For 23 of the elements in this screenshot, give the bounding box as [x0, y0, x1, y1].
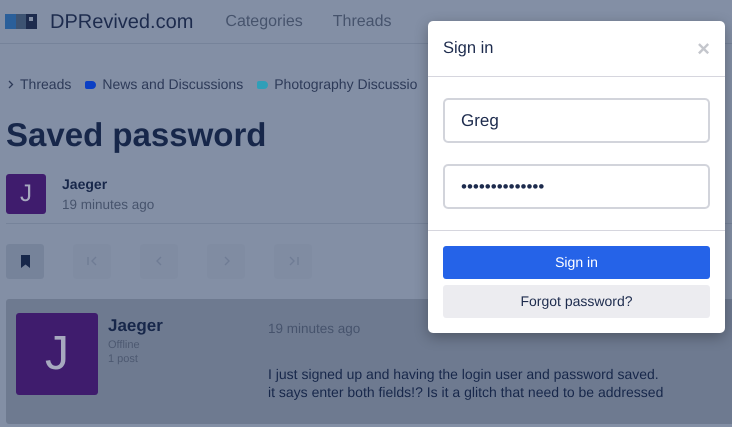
forgot-password-button[interactable]: Forgot password?	[443, 285, 710, 318]
avatar: J	[6, 174, 46, 214]
chevron-icon	[8, 80, 14, 89]
author-name[interactable]: Jaeger	[108, 312, 268, 338]
sign-in-button[interactable]: Sign in	[443, 246, 710, 279]
post-time: 19 minutes ago	[62, 196, 154, 214]
nav-link[interactable]: Threads	[332, 10, 392, 34]
logo-icon[interactable]	[5, 12, 38, 31]
avatar: J	[16, 312, 98, 395]
bookmark-button[interactable]	[6, 244, 44, 279]
breadcrumb-link[interactable]: News and Discussions	[102, 74, 244, 95]
password-field[interactable]: ••••••••••••••	[443, 164, 710, 209]
thread-title: Saved password	[6, 115, 266, 155]
nav-link[interactable]: Categories	[225, 10, 303, 34]
post-text-line: I just signed up and having the login user and password saved.	[268, 365, 660, 383]
breadcrumb-link[interactable]: Threads	[20, 74, 72, 95]
bookmark-icon	[18, 254, 32, 268]
username-field[interactable]: Greg	[443, 98, 710, 143]
dialog-title: Sign in	[443, 38, 494, 60]
site-name[interactable]: DPRevived.com	[50, 6, 194, 36]
post-text-line: it says enter both fields!? Is it a glitch that need to be addressed	[268, 383, 664, 401]
breadcrumb-link[interactable]: Photography Discussio	[274, 74, 418, 95]
author-name[interactable]: Jaeger	[62, 174, 154, 194]
